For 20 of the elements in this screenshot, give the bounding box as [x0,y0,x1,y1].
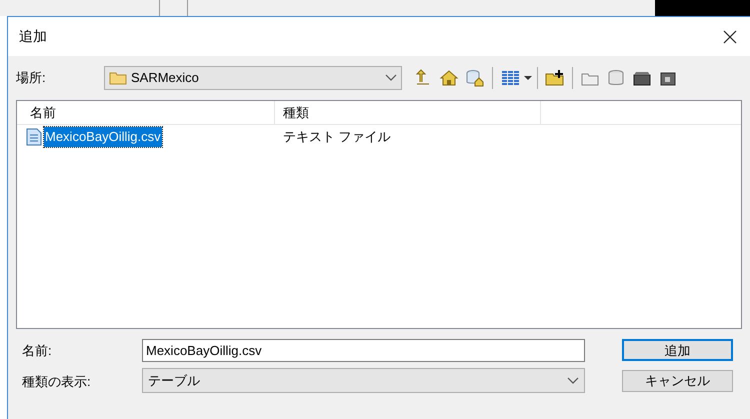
dialog-button[interactable]: キャンセル [622,370,733,392]
column-header[interactable]: 名前 [17,101,275,124]
file-type: テキスト ファイル [282,128,391,146]
chevron-down-icon [385,74,397,82]
type-label: 種類の表示: [22,373,92,391]
location-label: 場所: [16,69,47,88]
column-header[interactable]: 種類 [275,101,541,124]
chevron-down-icon [567,376,579,384]
caret-icon[interactable] [523,75,533,81]
name-label: 名前: [22,342,53,360]
window-title: 追加 [19,27,47,46]
folder-icon [109,71,127,85]
dialog-button[interactable]: 追加 [622,339,733,361]
name-input-field[interactable]: MexicoBayOillig.csv [142,339,585,362]
location-dropdown[interactable]: SARMexico [104,66,402,90]
type-value: テーブル [148,372,201,390]
file-name[interactable]: MexicoBayOillig.csv [44,127,162,147]
file-icon [26,128,42,146]
type-dropdown[interactable]: テーブル [142,368,585,393]
location-value: SARMexico [131,69,200,88]
